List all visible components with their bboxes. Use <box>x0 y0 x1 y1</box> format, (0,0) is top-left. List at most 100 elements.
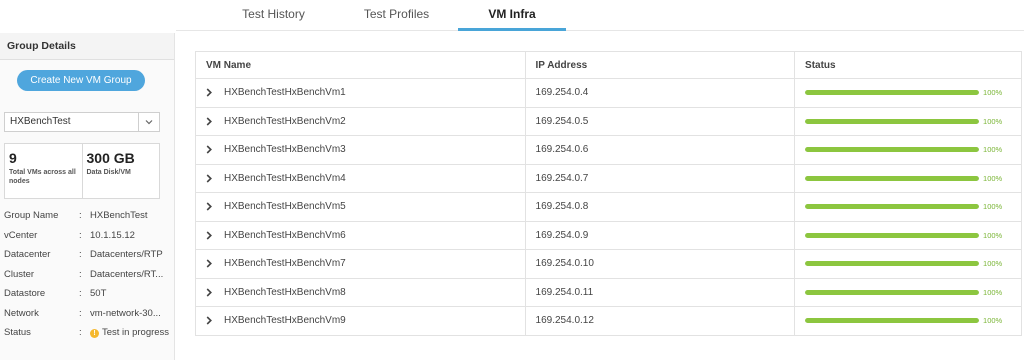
table-row[interactable]: HXBenchTestHxBenchVm3 169.254.0.6 100% <box>195 135 1022 165</box>
table-row[interactable]: HXBenchTestHxBenchVm7 169.254.0.10 100% <box>195 249 1022 279</box>
detail-vcenter: vCenter : 10.1.15.12 <box>4 227 172 247</box>
table-row[interactable]: HXBenchTestHxBenchVm9 169.254.0.12 100% <box>195 306 1022 336</box>
progress-label: 100% <box>983 230 1003 240</box>
detail-value: ! Test in progress <box>90 327 170 339</box>
stat-data-disk: 300 GB Data Disk/VM <box>81 144 160 198</box>
detail-separator: : <box>79 249 82 260</box>
vm-name-cell: HXBenchTestHxBenchVm6 <box>195 220 526 250</box>
chevron-down-icon[interactable] <box>138 113 159 131</box>
table-row[interactable]: HXBenchTestHxBenchVm2 169.254.0.5 100% <box>195 106 1022 136</box>
create-vm-group-button[interactable]: Create New VM Group <box>17 70 145 91</box>
vm-name: HXBenchTestHxBenchVm6 <box>224 229 346 241</box>
progress: 100% <box>805 174 1021 183</box>
group-details-sidebar: Group Details Create New VM Group HXBenc… <box>0 33 175 360</box>
ip-address: 169.254.0.4 <box>535 87 589 99</box>
ip-address-cell: 169.254.0.8 <box>524 192 796 222</box>
chevron-right-icon[interactable] <box>206 231 216 240</box>
detail-separator: : <box>79 229 82 241</box>
group-stats: 9 Total VMs across all nodes 300 GB Data… <box>4 143 160 199</box>
progress-label: 100% <box>983 287 1003 297</box>
tab-vm-infra[interactable]: VM Infra <box>458 0 566 31</box>
status-cell: 100% <box>794 78 1022 108</box>
detail-value: 50T <box>90 288 107 299</box>
vm-name-cell: HXBenchTestHxBenchVm1 <box>195 78 526 108</box>
ip-address: 169.254.0.9 <box>535 229 589 241</box>
vm-name: HXBenchTestHxBenchVm7 <box>224 258 346 270</box>
detail-separator: : <box>79 288 82 299</box>
progress: 100% <box>805 202 1021 211</box>
tab-test-history[interactable]: Test History <box>221 0 326 31</box>
detail-value: vm-network-30... <box>90 307 161 319</box>
ip-address-cell: 169.254.0.11 <box>524 277 796 307</box>
ip-address: 169.254.0.10 <box>535 258 594 270</box>
column-header-vm-name[interactable]: VM Name <box>195 51 526 79</box>
ip-address-cell: 169.254.0.4 <box>524 78 796 108</box>
progress-label: 100% <box>983 259 1003 269</box>
progress-label: 100% <box>983 316 1003 326</box>
status-cell: 100% <box>794 192 1022 222</box>
vm-name-cell: HXBenchTestHxBenchVm3 <box>195 135 526 165</box>
progress-bar <box>805 118 980 124</box>
chevron-right-icon[interactable] <box>206 316 216 325</box>
stat-value: 300 GB <box>86 150 135 166</box>
vm-name: HXBenchTestHxBenchVm3 <box>224 144 346 156</box>
chevron-right-icon[interactable] <box>206 202 216 211</box>
progress-bar <box>805 90 980 96</box>
progress: 100% <box>805 259 1021 268</box>
progress-bar <box>805 261 980 267</box>
warning-icon: ! <box>90 329 99 338</box>
sidebar-title: Group Details <box>0 33 174 60</box>
ip-address-cell: 169.254.0.6 <box>524 135 796 165</box>
detail-value: HXBenchTest <box>90 210 148 221</box>
detail-key: vCenter <box>4 229 38 241</box>
progress-bar <box>805 147 980 153</box>
progress-bar <box>805 318 980 324</box>
detail-status: Status : ! Test in progress <box>4 324 172 344</box>
detail-group-name: Group Name : HXBenchTest <box>4 207 172 227</box>
detail-key: Datacenter <box>4 249 51 260</box>
detail-key: Group Name <box>4 210 59 221</box>
progress-bar <box>805 204 980 210</box>
chevron-right-icon[interactable] <box>206 88 216 97</box>
table-row[interactable]: HXBenchTestHxBenchVm4 169.254.0.7 100% <box>195 163 1022 193</box>
detail-key: Datastore <box>4 288 46 299</box>
vm-table-body: HXBenchTestHxBenchVm1 169.254.0.4 100% HXBe… <box>195 78 1022 336</box>
detail-datastore: Datastore : 50T <box>4 285 172 305</box>
progress-fill <box>805 175 980 181</box>
progress-label: 100% <box>983 202 1003 212</box>
progress-bar <box>805 232 980 238</box>
vm-name: HXBenchTestHxBenchVm4 <box>224 172 346 184</box>
progress-label: 100% <box>983 145 1003 155</box>
progress-fill <box>805 90 980 96</box>
chevron-right-icon[interactable] <box>206 259 216 268</box>
ip-address-cell: 169.254.0.12 <box>524 306 796 336</box>
stat-label: Total VMs across all nodes <box>9 169 76 185</box>
vm-table: VM Name IP Address Status HXBenchTestHxB… <box>195 51 1022 336</box>
table-row[interactable]: HXBenchTestHxBenchVm1 169.254.0.4 100% <box>195 78 1022 108</box>
vm-name-cell: HXBenchTestHxBenchVm7 <box>195 249 526 279</box>
status-cell: 100% <box>794 277 1022 307</box>
progress: 100% <box>805 145 1021 154</box>
chevron-right-icon[interactable] <box>206 174 216 183</box>
chevron-right-icon[interactable] <box>206 117 216 126</box>
status-text: Test in progress <box>102 327 170 338</box>
vm-name: HXBenchTestHxBenchVm9 <box>224 315 346 327</box>
ip-address-cell: 169.254.0.9 <box>524 220 796 250</box>
column-header-ip-address[interactable]: IP Address <box>524 51 796 79</box>
table-row[interactable]: HXBenchTestHxBenchVm6 169.254.0.9 100% <box>195 220 1022 250</box>
chevron-right-icon[interactable] <box>206 288 216 297</box>
group-select[interactable]: HXBenchTest <box>4 112 160 132</box>
chevron-right-icon[interactable] <box>206 145 216 154</box>
table-row[interactable]: HXBenchTestHxBenchVm5 169.254.0.8 100% <box>195 192 1022 222</box>
table-row[interactable]: HXBenchTestHxBenchVm8 169.254.0.11 100% <box>195 277 1022 307</box>
detail-value: 10.1.15.12 <box>90 229 135 241</box>
progress: 100% <box>805 316 1021 325</box>
status-cell: 100% <box>794 220 1022 250</box>
progress-fill <box>805 118 980 124</box>
progress-fill <box>805 147 980 153</box>
column-header-status[interactable]: Status <box>794 51 1022 79</box>
vm-name: HXBenchTestHxBenchVm8 <box>224 286 346 298</box>
stat-label: Data Disk/VM <box>86 169 131 176</box>
vm-name-cell: HXBenchTestHxBenchVm8 <box>195 277 526 307</box>
tab-test-profiles[interactable]: Test Profiles <box>344 0 449 31</box>
